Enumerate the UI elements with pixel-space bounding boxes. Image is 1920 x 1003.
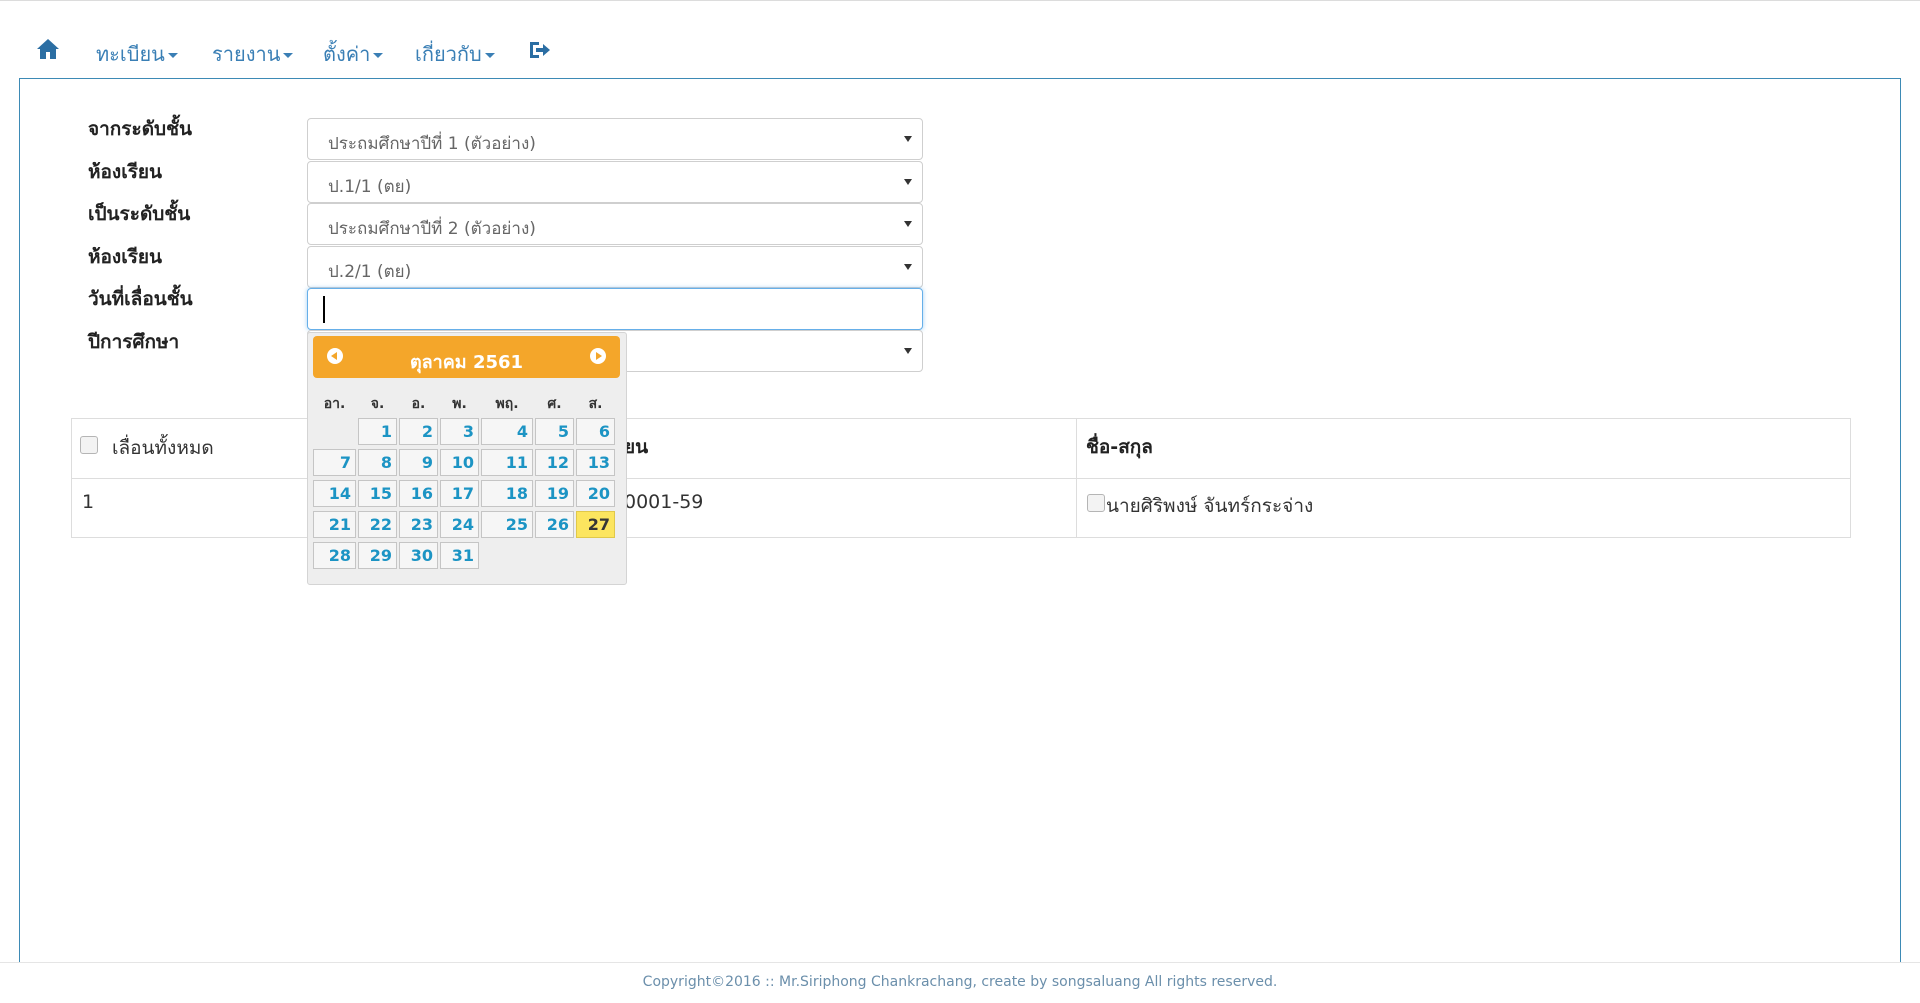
caret-down-icon [484,53,495,58]
calendar-day[interactable]: 20 [576,480,615,507]
calendar-day[interactable]: 11 [481,449,533,476]
to-level-select[interactable]: ประถมศึกษาปีที่ 2 (ตัวอย่าง) [307,203,923,245]
calendar-day[interactable]: 18 [481,480,533,507]
calendar-day[interactable]: 26 [535,511,574,538]
nav-menu-settings[interactable]: ตั้งค่า [323,38,384,70]
calendar-day[interactable]: 1 [358,418,397,445]
text-cursor [323,296,325,323]
footer-copyright: Copyright©2016 :: Mr.Siriphong Chankrach… [642,974,1278,990]
nav-menu-registration[interactable]: ทะเบียน [96,38,178,70]
main-panel [19,78,1901,1003]
datepicker-header: ตุลาคม 2561 [313,336,620,378]
calendar-day[interactable]: 7 [313,449,356,476]
calendar-day[interactable]: 25 [481,511,533,538]
calendar-day[interactable]: 5 [535,418,574,445]
from-room-value: ป.1/1 (ตย) [328,177,412,197]
calendar-day[interactable]: 30 [399,542,438,569]
row-number: 1 [82,491,95,513]
weekday-header: จ. [370,396,385,412]
datepicker-popup: ตุลาคม 2561 อา. จ. อ. พ. พฤ. ศ. ส. 1 2 3 4 5 6 7 8 9 10 1… [307,332,627,585]
select-all-label: เลื่อนทั้งหมด [112,437,214,459]
calendar-day[interactable]: 14 [313,480,356,507]
navbar: ทะเบียน รายงาน ตั้งค่า เกี่ยวกับ [0,0,1920,80]
calendar-day-today[interactable]: 27 [576,511,615,538]
weekday-header: ศ. [547,396,562,412]
nav-menu-reports[interactable]: รายงาน [212,38,294,70]
from-level-value: ประถมศึกษาปีที่ 1 (ตัวอย่าง) [328,134,536,154]
from-level-select[interactable]: ประถมศึกษาปีที่ 1 (ตัวอย่าง) [307,118,923,160]
next-month-icon[interactable] [590,348,606,364]
dropdown-arrow-icon [904,221,912,227]
dropdown-arrow-icon [904,264,912,270]
weekday-header: พ. [452,396,467,412]
weekday-header: อา. [323,396,346,412]
calendar-day[interactable]: 31 [440,542,479,569]
calendar-day[interactable]: 6 [576,418,615,445]
to-level-value: ประถมศึกษาปีที่ 2 (ตัวอย่าง) [328,219,536,239]
row-student-name: นายศิริพงษ์ จันทร์กระจ่าง [1106,495,1314,517]
from-room-label: ห้องเรียน [88,161,163,183]
weekday-header: อ. [411,396,426,412]
dropdown-arrow-icon [904,179,912,185]
promote-date-label: วันที่เลื่อนชั้น [88,288,193,310]
select-all-checkbox[interactable] [80,436,98,454]
calendar-day[interactable]: 3 [440,418,479,445]
calendar-day[interactable]: 17 [440,480,479,507]
from-room-select[interactable]: ป.1/1 (ตย) [307,161,923,203]
promote-date-input[interactable] [307,288,923,330]
to-room-label: ห้องเรียน [88,246,163,268]
calendar-day[interactable]: 10 [440,449,479,476]
calendar-day[interactable]: 15 [358,480,397,507]
calendar-day[interactable]: 8 [358,449,397,476]
calendar-day[interactable]: 28 [313,542,356,569]
nav-menu-about[interactable]: เกี่ยวกับ [415,38,495,70]
datepicker-title: ตุลาคม 2561 [409,352,524,373]
weekday-header: ส. [588,396,603,412]
calendar-day[interactable]: 21 [313,511,356,538]
calendar-day[interactable]: 23 [399,511,438,538]
caret-down-icon [167,53,178,58]
academic-year-label: ปีการศึกษา [88,331,180,353]
footer: Copyright©2016 :: Mr.Siriphong Chankrach… [0,962,1920,1003]
calendar-day[interactable]: 13 [576,449,615,476]
calendar-day[interactable]: 29 [358,542,397,569]
calendar-day[interactable]: 2 [399,418,438,445]
row-student-id: 0001-59 [624,491,704,513]
calendar-day[interactable]: 12 [535,449,574,476]
to-room-value: ป.2/1 (ตย) [328,262,412,282]
calendar-day[interactable]: 4 [481,418,533,445]
calendar-day[interactable]: 16 [399,480,438,507]
student-checkbox[interactable] [1087,494,1105,512]
to-room-select[interactable]: ป.2/1 (ตย) [307,246,923,288]
weekday-header: พฤ. [495,396,519,412]
name-header: ชื่อ-สกุล [1086,436,1153,458]
calendar-day[interactable]: 22 [358,511,397,538]
home-icon[interactable] [36,38,60,60]
calendar-day[interactable]: 9 [399,449,438,476]
dropdown-arrow-icon [904,348,912,354]
calendar-day[interactable]: 19 [535,480,574,507]
student-id-header: ยน [624,436,649,458]
caret-down-icon [283,53,294,58]
to-level-label: เป็นระดับชั้น [88,203,191,225]
caret-down-icon [373,53,384,58]
calendar-day[interactable]: 24 [440,511,479,538]
from-level-label: จากระดับชั้น [88,118,192,140]
dropdown-arrow-icon [904,136,912,142]
sign-out-icon[interactable] [527,40,551,60]
